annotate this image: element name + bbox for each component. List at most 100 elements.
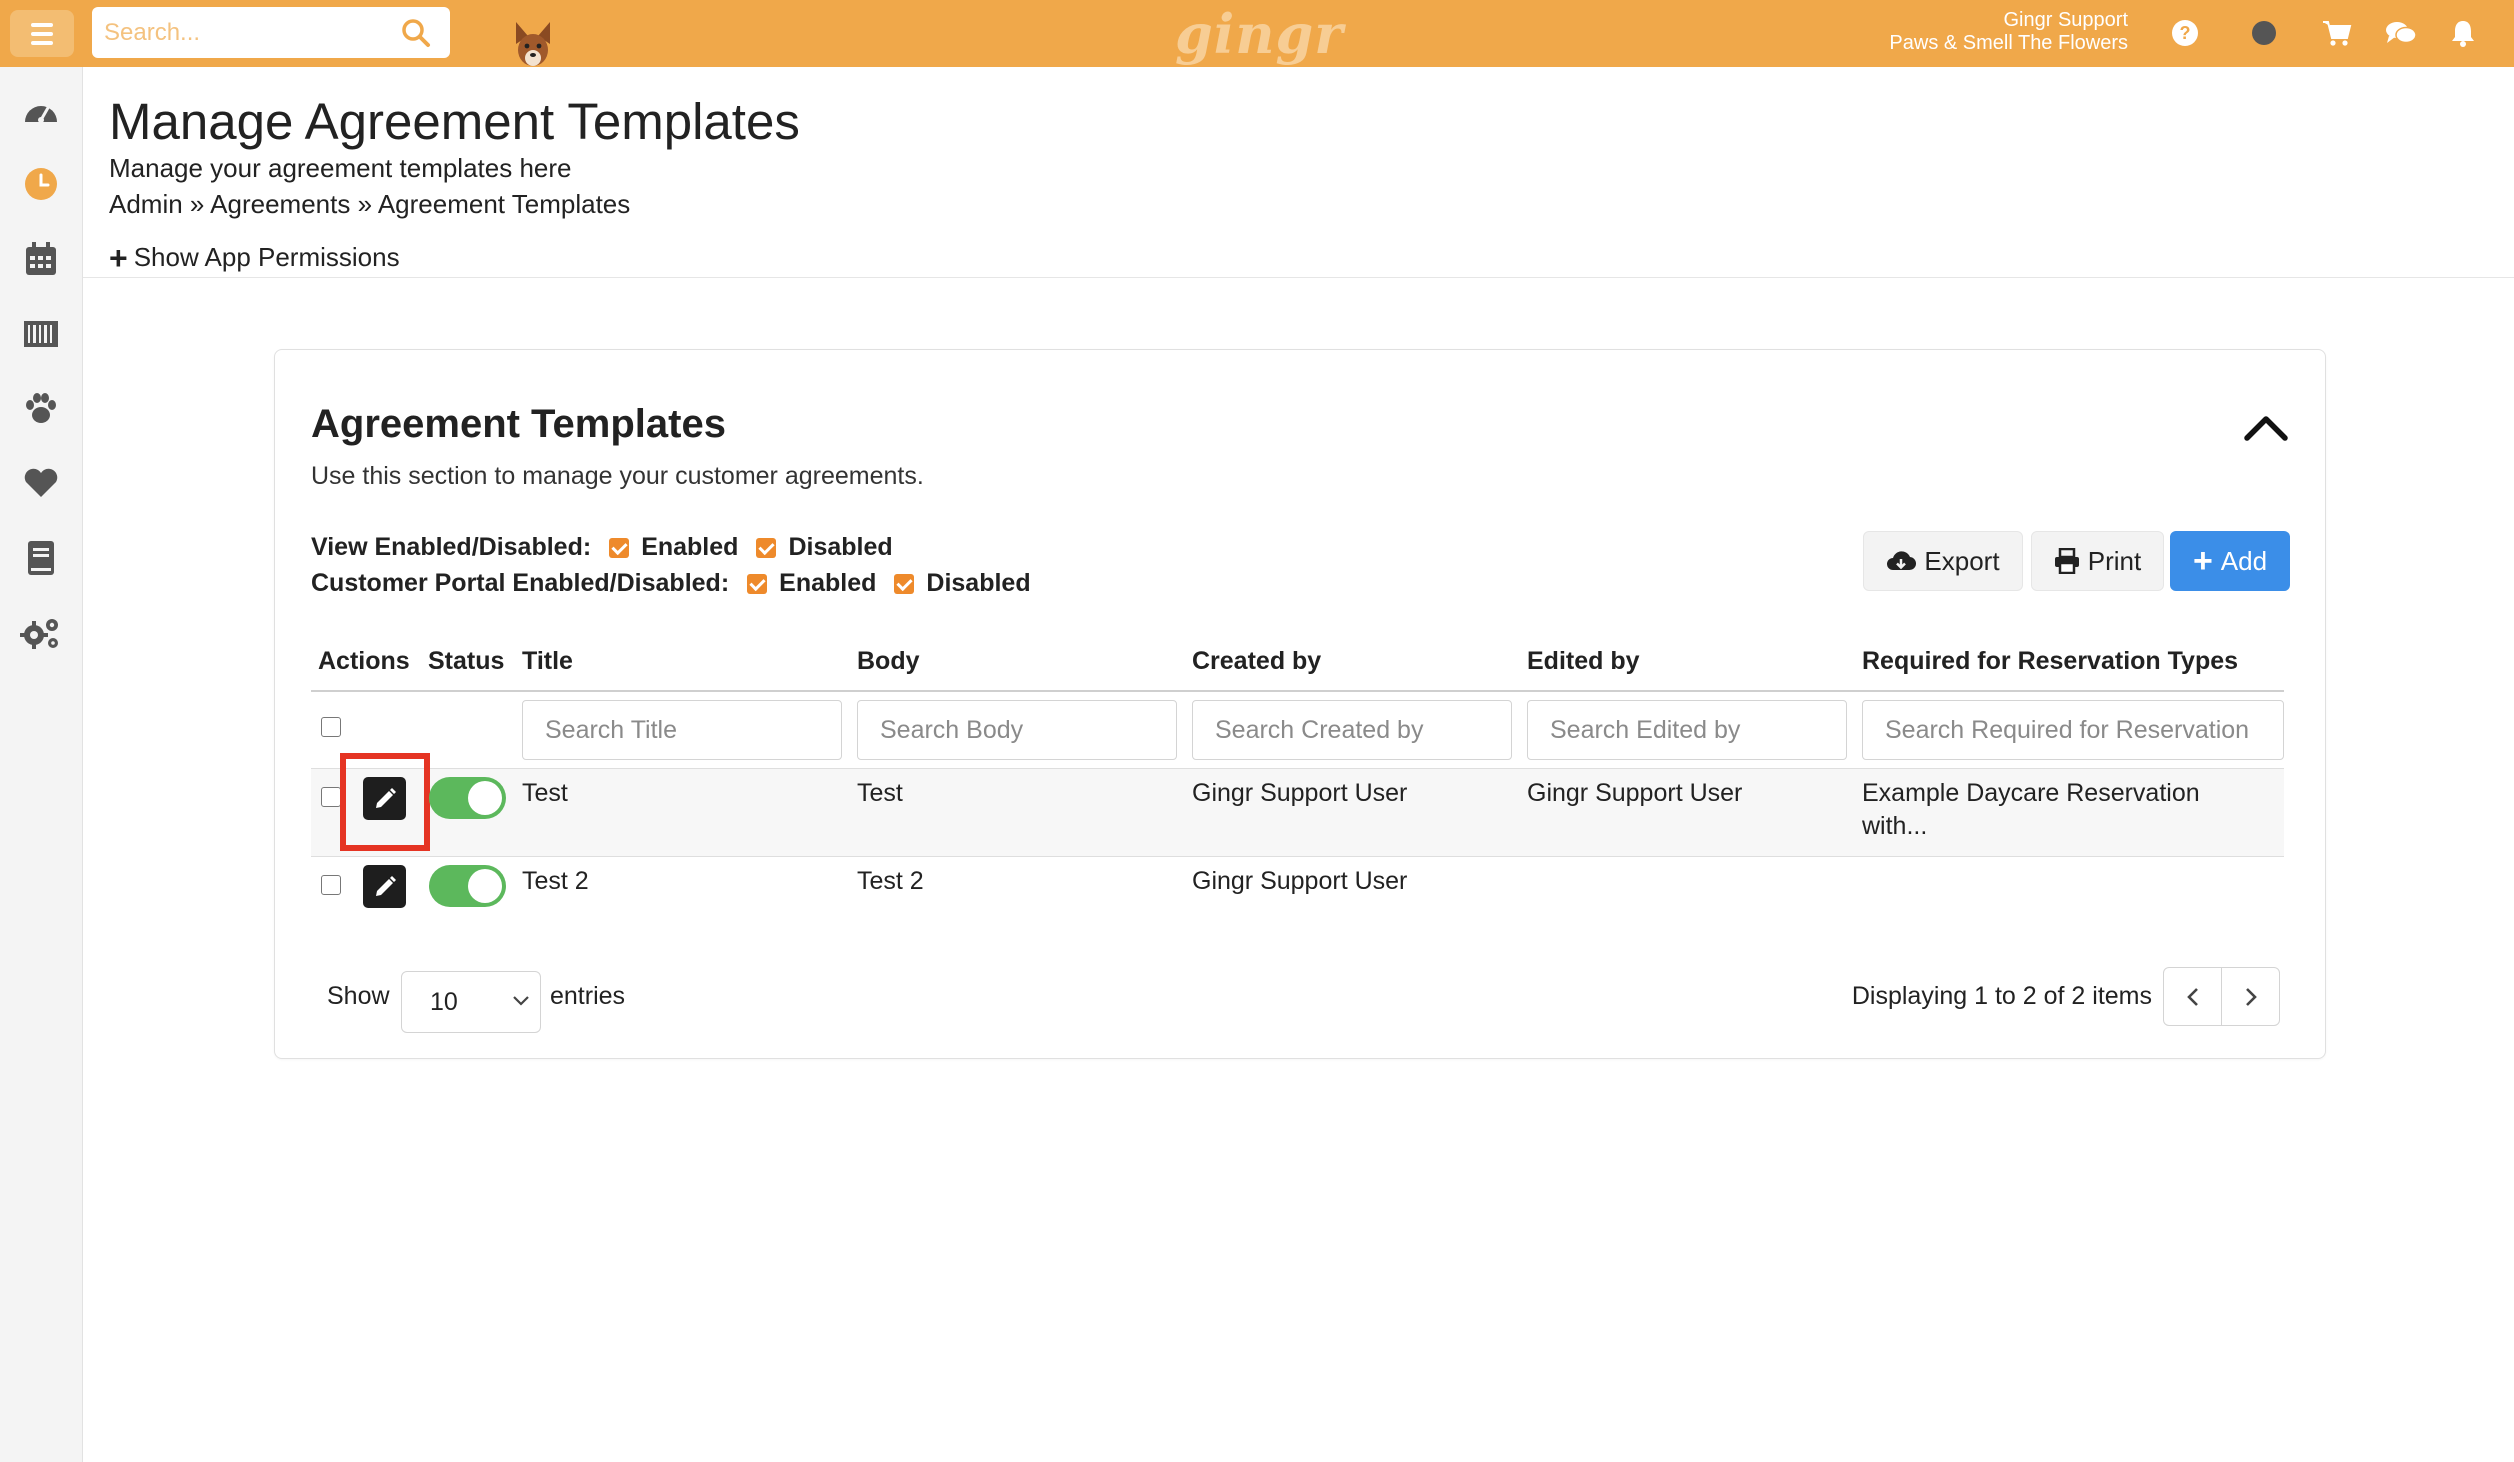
collapse-chevron-up-icon[interactable] [2241,410,2291,444]
row-body: Test 2 [857,867,924,895]
column-header-status: Status [428,647,505,675]
plus-icon: + [2192,542,2213,580]
row-body: Test [857,779,903,807]
export-button[interactable]: Export [1863,531,2023,591]
portal-filter-label: Customer Portal Enabled/Disabled: [311,569,730,597]
gingr-logo[interactable]: gingr [1175,2,1344,66]
card-description: Use this section to manage your customer… [311,462,924,490]
pencil-icon [375,875,396,896]
hamburger-menu-button[interactable] [10,10,74,57]
header-divider [83,277,2514,278]
status-indicator-icon[interactable] [2247,16,2281,50]
status-toggle[interactable] [429,865,506,907]
status-toggle[interactable] [429,777,506,819]
column-header-actions: Actions [318,647,410,675]
agreement-templates-card: Agreement Templates Use this section to … [274,349,2326,1059]
view-enabled-label: Enabled [641,533,739,561]
paw-icon[interactable] [20,387,62,429]
row-required-for: Example Daycare Reservation with... [1862,779,2200,840]
global-search-input[interactable] [104,7,394,58]
book-icon[interactable] [20,537,62,579]
sidebar [0,67,83,1462]
notifications-bell-icon[interactable] [2446,16,2480,50]
shopping-cart-icon[interactable] [2320,16,2354,50]
menu-bar-icon [31,40,53,45]
edit-button[interactable] [363,777,406,820]
portal-filter-row: Customer Portal Enabled/Disabled: Enable… [311,569,1031,598]
search-icon[interactable] [400,17,432,49]
page-title: Manage Agreement Templates [109,93,800,150]
row-select-checkbox[interactable] [321,875,341,895]
menu-bar-icon [31,22,53,27]
portal-disabled-checkbox[interactable] [894,573,915,594]
view-filter-label: View Enabled/Disabled: [311,533,592,561]
column-header-created-by[interactable]: Created by [1192,647,1321,676]
page-size-value: 10 [430,987,458,1016]
print-label: Print [2087,545,2142,576]
show-app-permissions-toggle[interactable]: + Show App Permissions [109,239,400,276]
breadcrumb[interactable]: Admin » Agreements » Agreement Templates [109,189,630,220]
page-size-select[interactable]: 10 [401,971,541,1033]
printer-icon [2054,548,2079,574]
add-label: Add [2220,545,2268,576]
barcode-icon[interactable] [20,313,62,355]
top-navigation-bar: gingr Gingr Support Paws & Smell The Flo… [0,0,2514,67]
settings-gears-icon[interactable] [20,612,62,654]
next-page-button[interactable] [2221,967,2280,1026]
cloud-download-icon [1887,551,1917,571]
chevron-right-icon [2245,987,2257,1006]
portal-enabled-label: Enabled [779,569,877,597]
show-label: Show [327,982,390,1010]
plus-icon: + [109,239,128,276]
view-enabled-checkbox[interactable] [609,537,630,558]
search-edited-by-input[interactable] [1527,700,1847,760]
search-required-for-input[interactable] [1862,700,2284,760]
edit-button[interactable] [363,865,406,908]
global-search [92,7,450,58]
row-created-by: Gingr Support User [1192,779,1408,807]
chevron-left-icon [2186,987,2198,1006]
select-all-checkbox[interactable] [321,717,341,737]
column-header-body[interactable]: Body [857,647,920,676]
table-header-divider [311,690,2284,692]
show-app-permissions-label: Show App Permissions [133,242,400,272]
chat-icon[interactable] [2384,16,2418,50]
export-label: Export [1924,545,2000,576]
view-disabled-label: Disabled [788,533,893,561]
clock-icon[interactable] [20,163,62,205]
calendar-icon[interactable] [20,238,62,280]
dashboard-gauge-icon[interactable] [20,89,62,131]
card-title: Agreement Templates [311,402,726,446]
chevron-down-icon [513,996,529,1006]
location-name: Paws & Smell The Flowers [1889,32,2128,54]
column-header-edited-by[interactable]: Edited by [1527,647,1640,676]
page-subtitle: Manage your agreement templates here [109,153,572,183]
add-button[interactable]: + Add [2170,531,2290,591]
view-disabled-checkbox[interactable] [756,537,777,558]
row-title[interactable]: Test [522,777,568,810]
column-header-required-for[interactable]: Required for Reservation Types [1862,647,2238,676]
view-filter-row: View Enabled/Disabled: Enabled Disabled [311,533,893,562]
column-header-title[interactable]: Title [522,647,573,676]
previous-page-button[interactable] [2163,967,2222,1026]
pencil-icon [375,787,396,808]
row-created-by: Gingr Support User [1192,867,1408,895]
svg-text:?: ? [2180,23,2191,43]
portal-enabled-checkbox[interactable] [747,573,768,594]
menu-bar-icon [31,31,53,36]
user-name: Gingr Support [2003,9,2128,31]
search-created-by-input[interactable] [1192,700,1512,760]
portal-disabled-label: Disabled [926,569,1031,597]
row-edited-by: Gingr Support User [1527,779,1743,807]
print-button[interactable]: Print [2031,531,2164,591]
user-info[interactable]: Gingr Support Paws & Smell The Flowers [1889,9,2128,55]
search-title-input[interactable] [522,700,842,760]
help-icon[interactable]: ? [2168,16,2202,50]
heart-icon[interactable] [20,462,62,504]
row-title[interactable]: Test 2 [522,865,589,898]
pagination-info: Displaying 1 to 2 of 2 items [1851,982,2152,1010]
dog-mascot-icon [516,22,550,66]
row-divider [311,856,2284,857]
row-select-checkbox[interactable] [321,787,341,807]
search-body-input[interactable] [857,700,1177,760]
